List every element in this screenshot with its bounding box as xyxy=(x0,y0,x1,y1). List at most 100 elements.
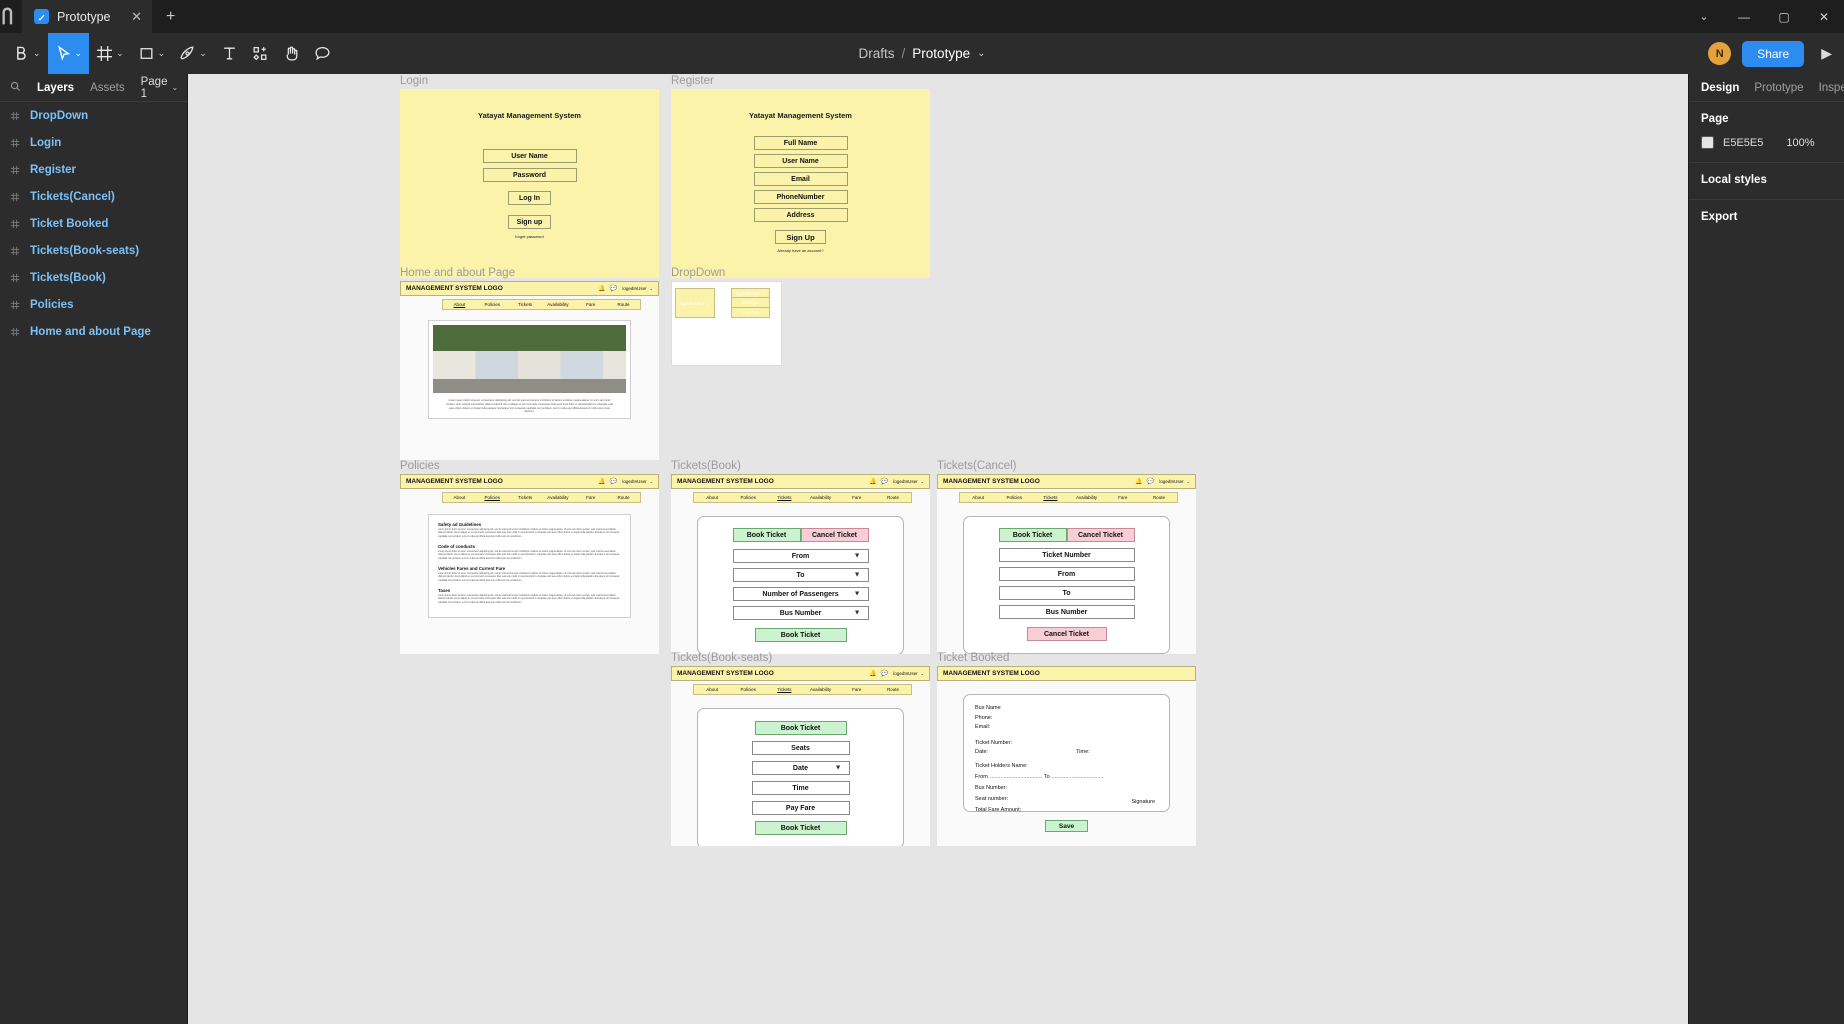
nav-item-about[interactable]: About xyxy=(694,495,730,500)
frame-dropdown[interactable]: DropDown logedInUser ⌄ logedInUser ⌃ Set… xyxy=(671,267,782,366)
address-field[interactable]: Address xyxy=(753,208,848,222)
avatar[interactable]: N xyxy=(1708,42,1732,65)
time-field[interactable]: Time xyxy=(751,781,850,795)
bus-number-select[interactable]: Bus Number ▼ xyxy=(732,606,869,620)
frame-label-tickets-book[interactable]: Tickets(Book) xyxy=(671,460,741,472)
book-ticket-submit[interactable]: Book Ticket xyxy=(754,628,847,642)
maximize-icon[interactable]: ▢ xyxy=(1764,0,1804,33)
tab-assets[interactable]: Assets xyxy=(90,82,125,94)
tab-prototype[interactable]: Prototype xyxy=(1754,82,1803,94)
tab-inspect[interactable]: Inspect xyxy=(1819,82,1844,94)
bell-icon[interactable]: 🔔 xyxy=(869,670,876,677)
user-menu[interactable]: logedInUser ⌄ xyxy=(1159,479,1190,484)
layer-item-tickets-book-seats[interactable]: Tickets(Book-seats) xyxy=(0,237,187,264)
signup-button[interactable]: Sign up xyxy=(508,215,551,229)
page-color-hex[interactable]: E5E5E5 xyxy=(1723,137,1763,149)
page-opacity[interactable]: 100% xyxy=(1786,137,1814,149)
tab-design[interactable]: Design xyxy=(1701,82,1739,94)
tab-layers[interactable]: Layers xyxy=(37,82,74,94)
phone-field[interactable]: PhoneNumber xyxy=(753,190,848,204)
shape-tool[interactable]: ⌄ xyxy=(131,33,173,74)
forgot-password-link[interactable]: forget password xyxy=(515,234,543,239)
frame-home[interactable]: Home and about Page MANAGEMENT SYSTEM LO… xyxy=(400,267,659,460)
close-icon[interactable]: ✕ xyxy=(121,9,142,25)
frame-label-tickets-cancel[interactable]: Tickets(Cancel) xyxy=(937,460,1016,472)
chevron-down-icon[interactable]: ⌄ xyxy=(1684,0,1724,33)
move-tool[interactable]: ⌄ xyxy=(47,33,90,74)
frame-ticket-booked[interactable]: Ticket Booked MANAGEMENT SYSTEM LOGO Bus… xyxy=(937,652,1196,846)
play-icon[interactable]: ▶ xyxy=(1815,45,1838,62)
frame-tickets-book-seats[interactable]: Tickets(Book-seats) MANAGEMENT SYSTEM LO… xyxy=(671,652,930,846)
frame-tickets-book[interactable]: Tickets(Book) MANAGEMENT SYSTEM LOGO 🔔 💬… xyxy=(671,460,930,654)
to-select[interactable]: To ▼ xyxy=(732,568,869,582)
nav-item-availability[interactable]: Availability xyxy=(541,302,574,307)
nav-item-availability[interactable]: Availability xyxy=(803,495,839,500)
layer-item-home-and-about-page[interactable]: Home and about Page xyxy=(0,318,187,345)
menu-button[interactable]: ⌄ xyxy=(6,33,48,74)
frame-label-dropdown[interactable]: DropDown xyxy=(671,267,725,279)
breadcrumb-file-name[interactable]: Prototype xyxy=(912,46,970,61)
layer-item-register[interactable]: Register xyxy=(0,156,187,183)
share-button[interactable]: Share xyxy=(1742,40,1805,67)
nav-item-route[interactable]: Route xyxy=(607,495,640,500)
nav-item-tickets[interactable]: Tickets xyxy=(766,495,802,500)
email-field[interactable]: Email xyxy=(753,172,848,186)
nav-item-policies[interactable]: Policies xyxy=(476,495,509,500)
color-swatch[interactable] xyxy=(1701,136,1714,149)
tab-book-ticket[interactable]: Book Ticket xyxy=(998,528,1067,542)
message-icon[interactable]: 💬 xyxy=(610,285,617,292)
nav-item-fare[interactable]: Fare xyxy=(574,495,607,500)
text-tool[interactable] xyxy=(214,33,245,74)
message-icon[interactable]: 💬 xyxy=(610,478,617,485)
tab-book-ticket[interactable]: Book Ticket xyxy=(754,721,847,735)
login-button[interactable]: Log In xyxy=(508,191,551,205)
nav-item-tickets[interactable]: Tickets xyxy=(1032,495,1068,500)
from-select[interactable]: From ▼ xyxy=(732,549,869,563)
ticket-number-field[interactable]: Ticket Number xyxy=(998,548,1135,562)
cancel-ticket-submit[interactable]: Cancel Ticket xyxy=(1026,627,1107,641)
passengers-select[interactable]: Number of Passengers ▼ xyxy=(732,587,869,601)
pen-tool[interactable]: ⌄ xyxy=(172,33,214,74)
user-menu[interactable]: logedInUser ⌄ xyxy=(622,286,653,291)
nav-item-route[interactable]: Route xyxy=(607,302,640,307)
nav-item-about[interactable]: About xyxy=(443,495,476,500)
nav-item-policies[interactable]: Policies xyxy=(996,495,1032,500)
page-color-row[interactable]: E5E5E5 100% xyxy=(1701,136,1832,149)
bell-icon[interactable]: 🔔 xyxy=(598,285,605,292)
minimize-icon[interactable]: — xyxy=(1724,0,1764,33)
layer-item-dropdown[interactable]: DropDown xyxy=(0,102,187,129)
nav-item-fare[interactable]: Fare xyxy=(574,302,607,307)
nav-item-availability[interactable]: Availability xyxy=(803,687,839,692)
username-field[interactable]: User Name xyxy=(753,154,848,168)
local-styles-section[interactable]: Local styles xyxy=(1689,163,1844,200)
frame-label-register[interactable]: Register xyxy=(671,75,714,87)
bus-number-field[interactable]: Bus Number xyxy=(998,605,1135,619)
message-icon[interactable]: 💬 xyxy=(1147,478,1154,485)
frame-label-login[interactable]: Login xyxy=(400,75,428,87)
nav-item-availability[interactable]: Availability xyxy=(1069,495,1105,500)
close-icon[interactable]: ✕ xyxy=(1804,0,1844,33)
layer-item-ticket-booked[interactable]: Ticket Booked xyxy=(0,210,187,237)
nav-item-fare[interactable]: Fare xyxy=(1105,495,1141,500)
username-field[interactable]: User Name xyxy=(482,149,577,163)
fullname-field[interactable]: Full Name xyxy=(753,136,848,150)
new-tab-button[interactable]: + xyxy=(152,0,189,33)
nav-item-tickets[interactable]: Tickets xyxy=(509,302,542,307)
layer-item-tickets-book[interactable]: Tickets(Book) xyxy=(0,264,187,291)
chevron-down-icon[interactable]: ⌄ xyxy=(977,48,985,59)
nav-item-route[interactable]: Route xyxy=(875,495,911,500)
nav-item-about[interactable]: About xyxy=(960,495,996,500)
nav-item-tickets[interactable]: Tickets xyxy=(509,495,542,500)
frame-label-tickets-book-seats[interactable]: Tickets(Book-seats) xyxy=(671,652,772,664)
nav-item-availability[interactable]: Availability xyxy=(541,495,574,500)
layer-item-tickets-cancel[interactable]: Tickets(Cancel) xyxy=(0,183,187,210)
design-canvas[interactable]: Login Yatayat Management System User Nam… xyxy=(188,74,1688,1024)
nav-item-policies[interactable]: Policies xyxy=(730,687,766,692)
frame-tickets-cancel[interactable]: Tickets(Cancel) MANAGEMENT SYSTEM LOGO 🔔… xyxy=(937,460,1196,654)
book-ticket-submit[interactable]: Book Ticket xyxy=(754,821,847,835)
frame-register[interactable]: Register Yatayat Management System Full … xyxy=(671,75,930,278)
nav-item-tickets[interactable]: Tickets xyxy=(766,687,802,692)
user-menu[interactable]: logedInUser ⌄ xyxy=(622,479,653,484)
nav-item-policies[interactable]: Policies xyxy=(730,495,766,500)
breadcrumb-drafts[interactable]: Drafts xyxy=(859,46,895,61)
